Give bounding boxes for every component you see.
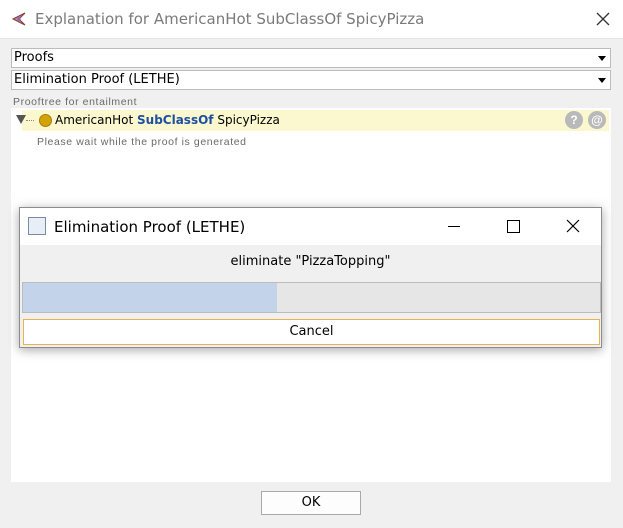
progress-fill (23, 283, 277, 312)
axiom-circle-icon (39, 114, 52, 127)
dialog-title-bar: Elimination Proof (LETHE) (20, 208, 601, 245)
progress-message: eliminate "PizzaTopping" (230, 254, 391, 269)
tree-expand-icon[interactable] (16, 115, 26, 124)
proof-method-select[interactable]: Elimination Proof (LETHE) (11, 70, 611, 90)
minimize-icon[interactable] (448, 226, 460, 227)
title-bar: Explanation for AmericanHot SubClassOf S… (0, 0, 623, 39)
proof-tree-label: Prooftree for entailment (13, 96, 138, 108)
explanation-type-value: Proofs (14, 50, 54, 65)
chevron-down-icon (598, 78, 606, 83)
explanation-type-select[interactable]: Proofs (11, 48, 611, 68)
progress-dialog: Elimination Proof (LETHE) eliminate "Piz… (19, 207, 602, 348)
ok-button[interactable]: OK (261, 491, 361, 515)
cancel-button[interactable]: Cancel (23, 319, 600, 345)
chevron-down-icon (598, 56, 606, 61)
axiom-text: AmericanHot SubClassOf SpicyPizza (55, 113, 280, 127)
protege-icon (11, 12, 26, 26)
wait-message: Please wait while the proof is generated (37, 136, 247, 148)
dialog-title: Elimination Proof (LETHE) (54, 218, 246, 236)
close-icon[interactable] (593, 9, 613, 29)
close-icon[interactable] (565, 218, 581, 234)
proof-method-value: Elimination Proof (LETHE) (14, 72, 180, 87)
java-icon (28, 217, 46, 235)
window-title: Explanation for AmericanHot SubClassOf S… (35, 10, 425, 28)
progress-bar (22, 282, 601, 313)
axiom-object: SpicyPizza (217, 113, 280, 127)
maximize-icon[interactable] (507, 220, 520, 233)
axiom-keyword: SubClassOf (137, 113, 214, 127)
tree-connector (26, 120, 34, 121)
help-icon[interactable]: ? (565, 111, 583, 129)
at-sign-icon[interactable]: @ (588, 111, 606, 129)
axiom-subject: AmericanHot (55, 113, 134, 127)
